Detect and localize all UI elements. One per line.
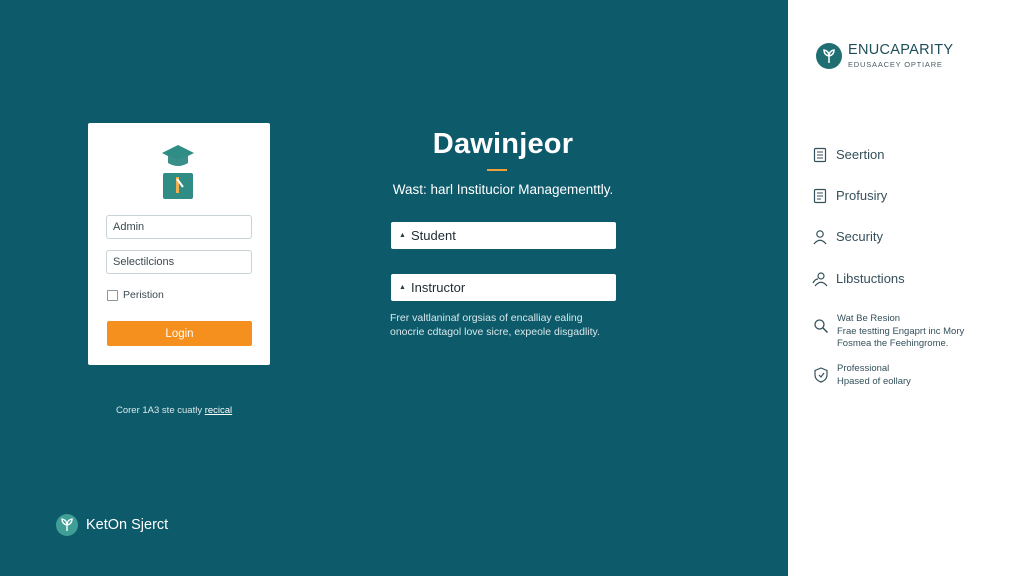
graduation-cap-icon [158, 139, 198, 199]
sidebar-item-label: Security [836, 229, 883, 244]
document-icon [811, 146, 828, 163]
sidebar-brand-name: ENUCAPARITY [848, 42, 954, 58]
sidebar-item-security[interactable]: Security [811, 228, 883, 245]
student-role-option[interactable]: ▲ Student [391, 222, 616, 249]
brand-logo-icon [816, 43, 842, 69]
student-role-label: Student [411, 228, 456, 243]
info-title: Wat Be Resion [837, 313, 901, 324]
login-card: Peristion Login [88, 123, 270, 365]
info-line: Hpased of eollary [837, 375, 911, 387]
shield-icon [812, 366, 829, 383]
instructor-role-option[interactable]: ▲ Instructor [391, 274, 616, 301]
admin-input[interactable] [106, 215, 252, 239]
selection-input[interactable] [106, 250, 252, 274]
info-title: Professional [837, 363, 890, 374]
leaf-icon [56, 514, 78, 536]
remember-label: Peristion [123, 289, 164, 301]
title-underline [487, 169, 507, 171]
info-line: Fosmea the Feehingrome. [837, 338, 949, 349]
bottom-brand: KetOn Sjerct [56, 514, 168, 536]
below-card-link[interactable]: recical [205, 405, 232, 416]
sidebar-item-label: Libstuctions [836, 271, 905, 286]
sidebar-item-label: Profusiry [836, 188, 888, 203]
user-icon [811, 228, 828, 245]
right-side-panel [788, 0, 1024, 576]
description-text: Frer valtlaninaf orgsias of encalliay ea… [390, 311, 630, 339]
sidebar-item-seertion[interactable]: Seertion [811, 146, 884, 163]
bottom-brand-name: KetOn Sjerct [86, 517, 169, 533]
users-icon [811, 270, 828, 287]
sidebar-item-profusiry[interactable]: Profusiry [811, 187, 887, 204]
sidebar-item-libstuctions[interactable]: Libstuctions [811, 270, 905, 287]
below-card-text: Corer 1A3 ste cuatly recical [116, 405, 232, 416]
caret-icon: ▲ [399, 232, 406, 239]
remember-row: Peristion [107, 289, 164, 301]
page-subtitle: Wast: harl Institucior Managementtly. [392, 182, 614, 197]
below-card-label: Corer 1A3 ste cuatly [116, 405, 203, 416]
description-line-1: Frer valtlaninaf orgsias of encalliay ea… [390, 312, 583, 324]
description-line-2: onocrie cdtagol love sicre, expeole disg… [390, 326, 600, 338]
document-icon [811, 187, 828, 204]
sidebar-item-label: Seertion [836, 147, 885, 162]
caret-icon: ▲ [399, 284, 406, 291]
sidebar-brand-subtitle: EDUSAACEY OPTIARE [848, 60, 943, 69]
login-button[interactable]: Login [107, 321, 252, 346]
info-line: Frae testting Engaprt inc Mory [837, 325, 965, 337]
info-block-resion: Wat Be Resion Frae testting Engaprt inc … [812, 313, 964, 351]
info-block-professional: Professional Hpased of eollary [812, 363, 911, 388]
remember-checkbox[interactable] [107, 289, 118, 301]
page-title: Dawinjeor [432, 128, 574, 160]
sidebar-brand: ENUCAPARITY EDUSAACEY OPTIARE [816, 43, 953, 69]
search-icon [812, 317, 829, 334]
instructor-role-label: Instructor [411, 280, 466, 295]
